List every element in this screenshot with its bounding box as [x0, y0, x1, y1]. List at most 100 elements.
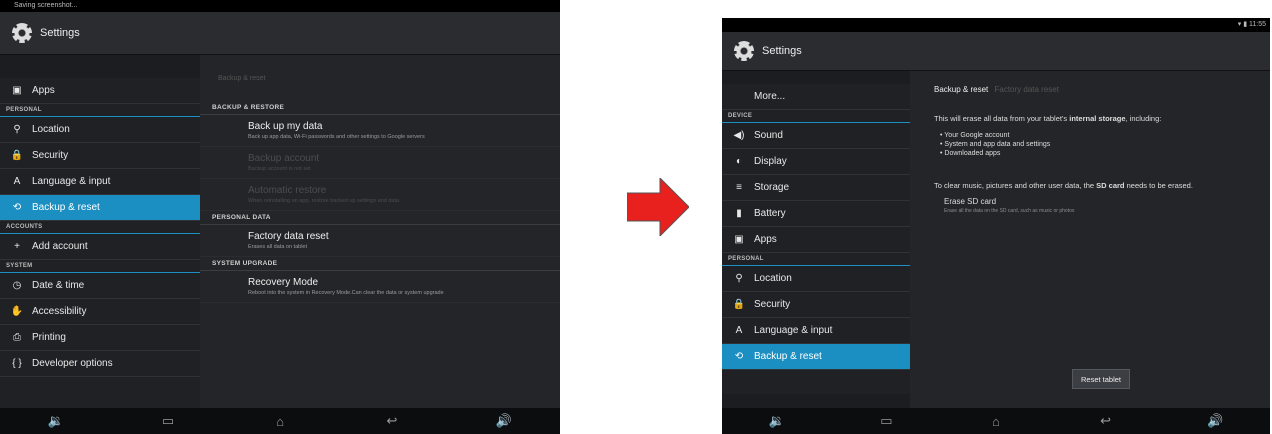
home-icon[interactable]: ⌂: [976, 414, 1016, 429]
sidebar-item-apps[interactable]: ▣ Apps: [0, 78, 200, 104]
preference-summary: Reboot into the system in Recovery Mode.…: [248, 290, 444, 296]
sidebar-item-location[interactable]: ⚲ Location: [0, 117, 200, 143]
breadcrumb-current[interactable]: Backup & reset: [934, 85, 988, 94]
sidebar-section-header: PERSONAL: [722, 253, 910, 266]
sidebar-item-apps[interactable]: ▣ Apps: [722, 227, 910, 253]
battery-icon: ▮: [736, 208, 742, 219]
backup-icon: ⟲: [12, 202, 22, 213]
plus-icon: +: [14, 241, 20, 252]
preference-title: Back up my data: [248, 121, 323, 132]
sidebar-item-label: Developer options: [32, 358, 113, 369]
preference-title: Factory data reset: [248, 231, 329, 242]
intro-text: This will erase all data from your table…: [934, 114, 1070, 123]
erase-sd-title: Erase SD card: [944, 197, 997, 206]
sidebar-item-backup-reset[interactable]: ⟲ Backup & reset: [722, 344, 910, 370]
pane-title: Backup & reset: [218, 75, 266, 82]
volume-up-icon[interactable]: 🔊: [1195, 413, 1235, 429]
erase-sd-summary: Erase all the data on the SD card, such …: [944, 208, 1075, 214]
settings-sidebar: ▣ Apps PERSONAL ⚲ Location 🔒 Security A Language…: [0, 78, 200, 408]
sidebar-item-language-input[interactable]: A Language & input: [722, 318, 910, 344]
recent-apps-icon[interactable]: ▭: [866, 413, 906, 429]
sidebar-item-display[interactable]: ◐ Display: [722, 149, 910, 175]
sidebar-item-printing[interactable]: ⎙ Printing: [0, 325, 200, 351]
preference-row[interactable]: Recovery Mode Reboot into the system in R…: [200, 271, 560, 303]
sd-tail: needs to be erased.: [1124, 181, 1193, 190]
sidebar-item-more[interactable]: More...: [722, 84, 910, 110]
sidebar-item-label: Location: [754, 273, 792, 284]
sidebar-item-label: Apps: [754, 234, 777, 245]
intro-bold: internal storage: [1069, 114, 1126, 123]
detail-pane: Backup & reset Factory data reset This w…: [910, 71, 1270, 408]
erase-list-item: • Downloaded apps: [940, 150, 1001, 157]
sidebar-item-label: Security: [32, 150, 69, 161]
volume-down-icon[interactable]: 🔉: [36, 413, 76, 429]
sd-notice: To clear music, pictures and other user …: [910, 158, 1270, 191]
volume-up-icon[interactable]: 🔊: [484, 413, 524, 429]
sidebar-item-label: Battery: [754, 208, 786, 219]
arrow-right-icon: [627, 178, 689, 236]
navigation-bar: 🔉 ▭ ⌂ ↩ 🔊: [722, 408, 1270, 434]
section-header: BACKUP & RESTORE: [200, 101, 560, 115]
sidebar-item-sound[interactable]: ◀) Sound: [722, 123, 910, 149]
left-screenshot: Saving screenshot... Settings ▣ Apps PERSO…: [0, 0, 560, 434]
detail-pane: Backup & reset BACKUP & RESTORE Back up m…: [200, 55, 560, 409]
sd-bold: SD card: [1096, 181, 1125, 190]
sidebar-item-label: Sound: [754, 130, 783, 141]
reset-intro: This will erase all data from your table…: [910, 94, 1270, 123]
clock-icon: ◷: [12, 280, 22, 291]
back-icon[interactable]: ↩: [1086, 413, 1126, 429]
status-text: Saving screenshot...: [14, 2, 78, 9]
preference-summary: Erases all data on tablet: [248, 244, 308, 250]
apps-icon: ▣: [734, 234, 744, 245]
sidebar-item-language-input[interactable]: A Language & input: [0, 169, 200, 195]
sidebar-item-label: More...: [754, 91, 786, 102]
home-icon[interactable]: ⌂: [260, 414, 300, 429]
volume-down-icon[interactable]: 🔉: [757, 413, 797, 429]
back-icon[interactable]: ↩: [372, 413, 412, 429]
preference-list: BACKUP & RESTORE Back up my data Back up a…: [200, 101, 560, 303]
right-screenshot: ▾ ▮ 11:55 Settings More... DEVICE ◀) Sound ◐…: [722, 18, 1270, 434]
app-title: Settings: [40, 27, 80, 39]
section-header: SYSTEM UPGRADE: [200, 257, 560, 271]
sidebar-item-label: Security: [754, 299, 791, 310]
erase-sd-checkbox-row[interactable]: Erase SD card Erase all the data on the …: [910, 191, 1270, 214]
language-icon: A: [13, 176, 21, 187]
preference-title: Automatic restore: [248, 185, 327, 196]
sd-text: To clear music, pictures and other user …: [934, 181, 1097, 190]
sidebar-item-storage[interactable]: ≡ Storage: [722, 175, 910, 201]
signal-icon: ▾ ▮: [1237, 21, 1248, 28]
recent-apps-icon[interactable]: ▭: [148, 413, 188, 429]
sidebar-item-label: Backup & reset: [32, 202, 100, 213]
action-bar: Settings: [0, 12, 560, 55]
sidebar-item-label: Display: [754, 156, 787, 167]
preference-row[interactable]: Factory data reset Erases all data on tab…: [200, 225, 560, 257]
sidebar-item-backup-reset[interactable]: ⟲ Backup & reset: [0, 195, 200, 221]
sidebar-item-label: Printing: [32, 332, 66, 343]
sidebar-item-label: Add account: [32, 241, 88, 252]
sidebar-section-header: PERSONAL: [0, 104, 200, 117]
sidebar-item-label: Storage: [754, 182, 790, 193]
location-icon: ⚲: [735, 273, 743, 284]
apps-icon: ▣: [12, 85, 22, 96]
settings-gear-icon[interactable]: [12, 23, 32, 43]
sidebar-item-add-account[interactable]: + Add account: [0, 234, 200, 260]
sidebar-section-header: ACCOUNTS: [0, 221, 200, 234]
settings-gear-icon[interactable]: [734, 41, 754, 61]
sidebar-item-developer-options[interactable]: { } Developer options: [0, 351, 200, 377]
sidebar-item-battery[interactable]: ▮ Battery: [722, 201, 910, 227]
reset-tablet-button[interactable]: Reset tablet: [1072, 369, 1130, 389]
section-header: PERSONAL DATA: [200, 211, 560, 225]
erase-list-item: • Your Google account: [940, 132, 1010, 139]
sidebar-item-security[interactable]: 🔒 Security: [0, 143, 200, 169]
erase-list: • Your Google account • System and app da…: [910, 131, 1270, 158]
sidebar-item-location[interactable]: ⚲ Location: [722, 266, 910, 292]
sidebar-item-security[interactable]: 🔒 Security: [722, 292, 910, 318]
app-title: Settings: [762, 45, 802, 57]
clock-text: 11:55: [1249, 21, 1266, 28]
preference-row[interactable]: Back up my data Back up app data, Wi-Fi p…: [200, 115, 560, 147]
sidebar-item-date-time[interactable]: ◷ Date & time: [0, 273, 200, 299]
preference-row: Backup account Backup account is not set: [200, 147, 560, 179]
braces-icon: { }: [12, 358, 22, 369]
sidebar-item-accessibility[interactable]: ✋ Accessibility: [0, 299, 200, 325]
sidebar-item-label: Language & input: [754, 325, 833, 336]
